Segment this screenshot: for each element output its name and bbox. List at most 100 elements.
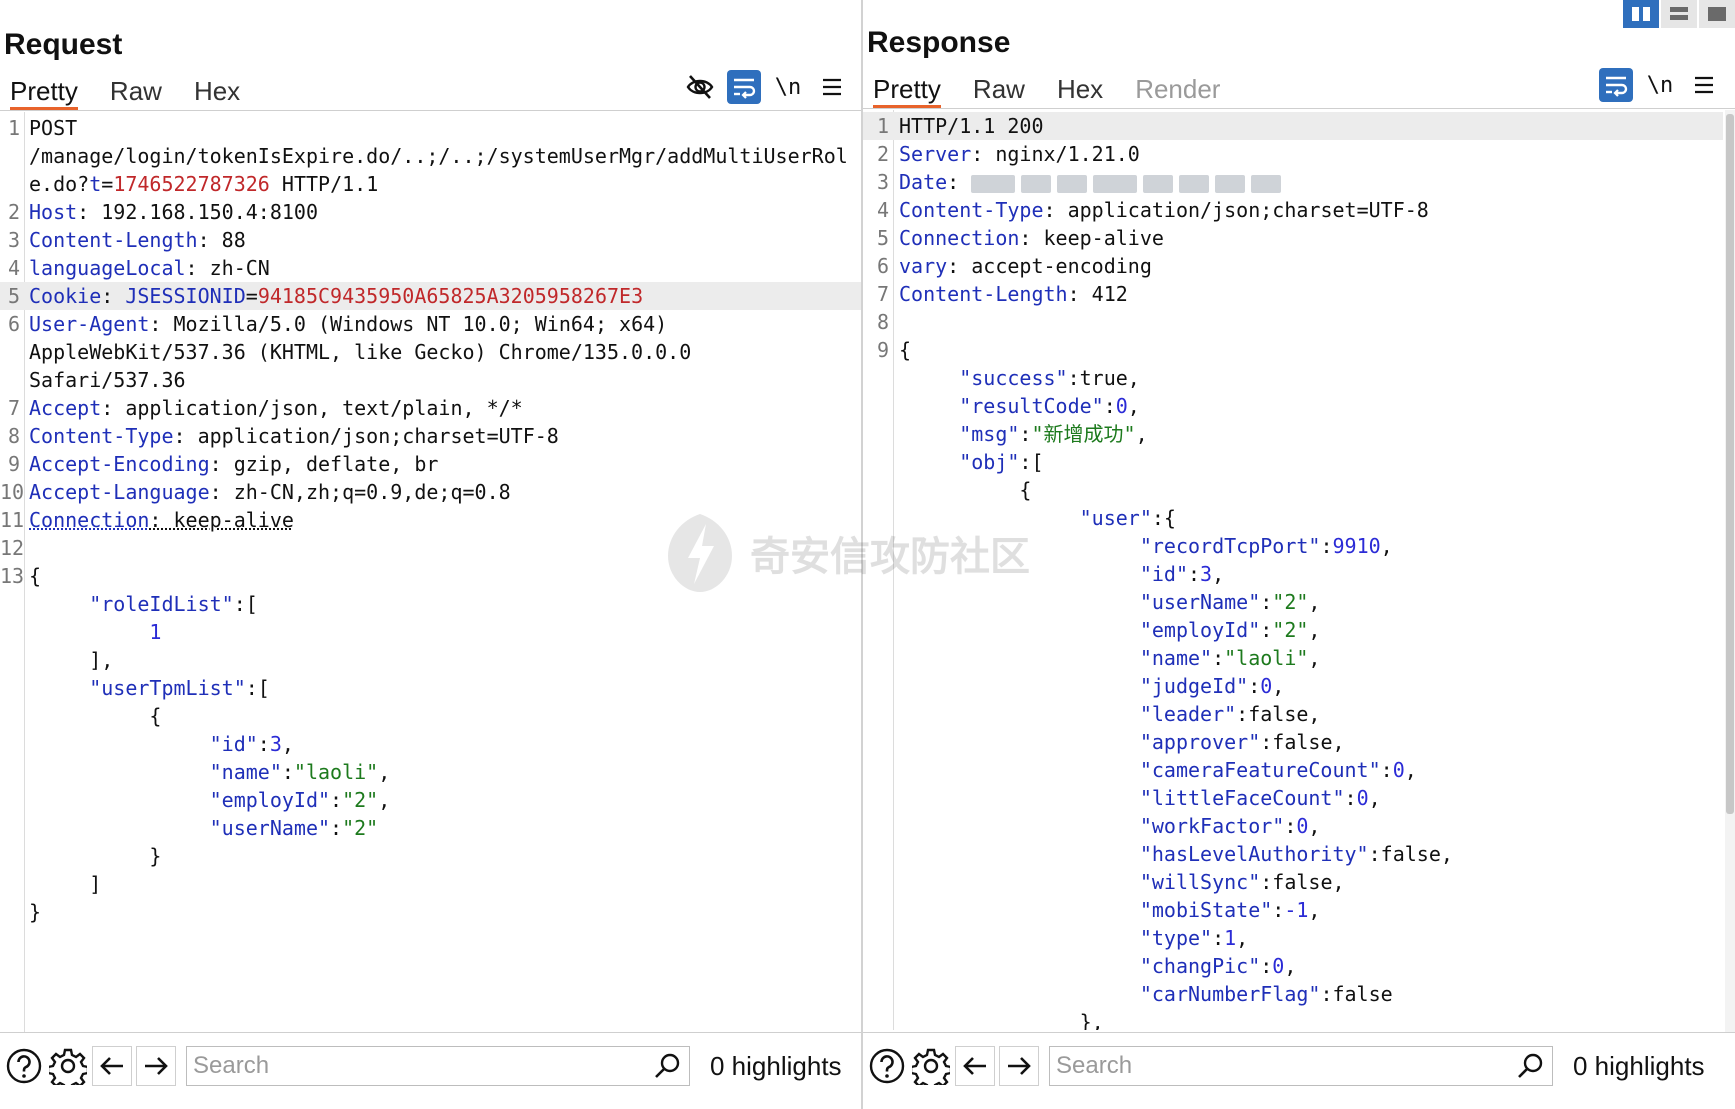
code-token: , [1272,674,1285,698]
request-editor[interactable]: 1 POST/manage/login/tokenIsExpire.do/..;/… [0,112,861,1032]
request-tab-pretty[interactable]: Pretty [10,72,78,110]
line-text: }, [899,1008,1104,1030]
layout-toggle [1623,0,1735,28]
code-token: -1 [1284,898,1309,922]
code-token: :[ [233,592,258,616]
request-code-line: 10 Accept-Language: zh-CN,zh;q=0.9,de;q=0… [0,478,861,506]
redacted-block [971,174,1016,193]
request-code-line: { [0,702,861,730]
search-icon[interactable] [1516,1052,1544,1085]
code-token: : [1320,534,1333,558]
arrow-right-icon[interactable] [999,1046,1039,1086]
line-number: 6 [876,254,889,278]
redacted-block [1021,174,1052,193]
newline-toggle[interactable]: \n [1643,68,1677,102]
request-tab-hex[interactable]: Hex [194,72,240,110]
response-code-line: 9{ [863,336,1723,364]
request-code-line: /manage/login/tokenIsExpire.do/..;/..;/s… [0,142,861,170]
response-scrollbar-thumb[interactable] [1726,114,1734,814]
request-code-line: Safari/537.36 [0,366,861,394]
redacted-block [1251,174,1282,193]
code-token: "userName" [29,816,331,840]
code-token: 0 [1356,786,1369,810]
line-number: 3 [7,228,20,252]
request-search-input[interactable] [187,1051,635,1081]
request-title: Request [4,28,123,61]
line-text: "hasLevelAuthority":false, [899,840,1453,868]
line-text: { [899,336,911,364]
line-text: POST [29,114,77,142]
code-token: Connection [29,508,150,532]
code-token: "recordTcpPort" [899,534,1321,558]
search-icon[interactable] [653,1052,681,1085]
arrow-left-icon[interactable] [955,1046,995,1086]
request-code[interactable]: 1 POST/manage/login/tokenIsExpire.do/..;/… [0,114,861,926]
response-scrollbar[interactable] [1725,110,1735,1032]
wrap-lines-icon[interactable] [727,70,761,104]
arrow-right-icon[interactable] [136,1046,176,1086]
code-token: 9910 [1332,534,1381,558]
response-code-line: 5 Connection: keep-alive [863,224,1723,252]
redacted-block [1215,174,1246,193]
response-tab-render[interactable]: Render [1135,70,1220,108]
gear-icon[interactable] [48,1046,88,1086]
help-icon[interactable] [867,1046,907,1086]
hamburger-menu-icon[interactable] [1687,68,1721,102]
code-token: : [1260,954,1273,978]
line-text: "type":1, [899,924,1248,952]
request-tab-raw[interactable]: Raw [110,72,162,110]
request-code-line: 1 [0,618,861,646]
request-code-line: "id":3, [0,730,861,758]
code-token: : zh-CN [185,256,270,280]
line-text: "msg":"新增成功", [899,420,1147,448]
response-footer-divider [863,1032,1735,1033]
code-token: : [1344,786,1357,810]
hamburger-menu-icon[interactable] [815,70,849,104]
code-token: : [330,788,343,812]
code-token: 0 [1296,814,1309,838]
line-text: HTTP/1.1 200 [899,112,1044,140]
code-token: 0 [1272,954,1285,978]
gear-icon[interactable] [911,1046,951,1086]
response-code-line: 6 vary: accept-encoding [863,252,1723,280]
code-token: , [281,732,294,756]
response-search-input[interactable] [1050,1051,1498,1081]
wrap-lines-icon[interactable] [1599,68,1633,102]
response-tab-raw[interactable]: Raw [973,70,1025,108]
code-token: { [29,564,42,588]
eye-slash-icon[interactable] [683,70,717,104]
code-token: "新增成功" [1031,422,1136,446]
line-text: "name":"laoli", [29,758,391,786]
response-tab-pretty[interactable]: Pretty [873,70,941,108]
arrow-left-icon[interactable] [92,1046,132,1086]
layout-stacked-icon[interactable] [1661,0,1697,28]
code-token: , [1127,394,1140,418]
request-code-line: } [0,842,861,870]
code-token: "carNumberFlag" [899,982,1321,1006]
help-icon[interactable] [4,1046,44,1086]
line-text: 1 [29,618,161,646]
layout-tabs-icon[interactable] [1699,0,1735,28]
code-token: 0 [1115,394,1128,418]
code-token: Content-Length [899,282,1068,306]
line-number: 7 [876,282,889,306]
code-token: Date [899,170,948,194]
line-text: "cameraFeatureCount":0, [899,756,1417,784]
redacted-block [1057,174,1088,193]
code-token: Content-Type [29,424,174,448]
response-code[interactable]: 1 HTTP/1.1 200 2 Server: nginx/1.21.0 3 Date:… [863,112,1723,1030]
request-code-line: "name":"laoli", [0,758,861,786]
line-number: 8 [7,424,20,448]
newline-toggle[interactable]: \n [771,70,805,104]
response-tab-hex[interactable]: Hex [1057,70,1103,108]
layout-side-by-side-icon[interactable] [1623,0,1659,28]
code-token: "employId" [29,788,331,812]
code-token: } [29,900,42,924]
line-text: languageLocal: zh-CN [29,254,270,282]
code-token: }, [899,1010,1104,1030]
request-code-line: 11 Connection: keep-alive [0,506,861,534]
response-editor[interactable]: 1 HTTP/1.1 200 2 Server: nginx/1.21.0 3 Date:… [863,110,1723,1030]
line-text: Accept-Language: zh-CN,zh;q=0.9,de;q=0.8 [29,478,511,506]
line-text: "user":{ [899,504,1176,532]
code-token: 3 [269,732,282,756]
